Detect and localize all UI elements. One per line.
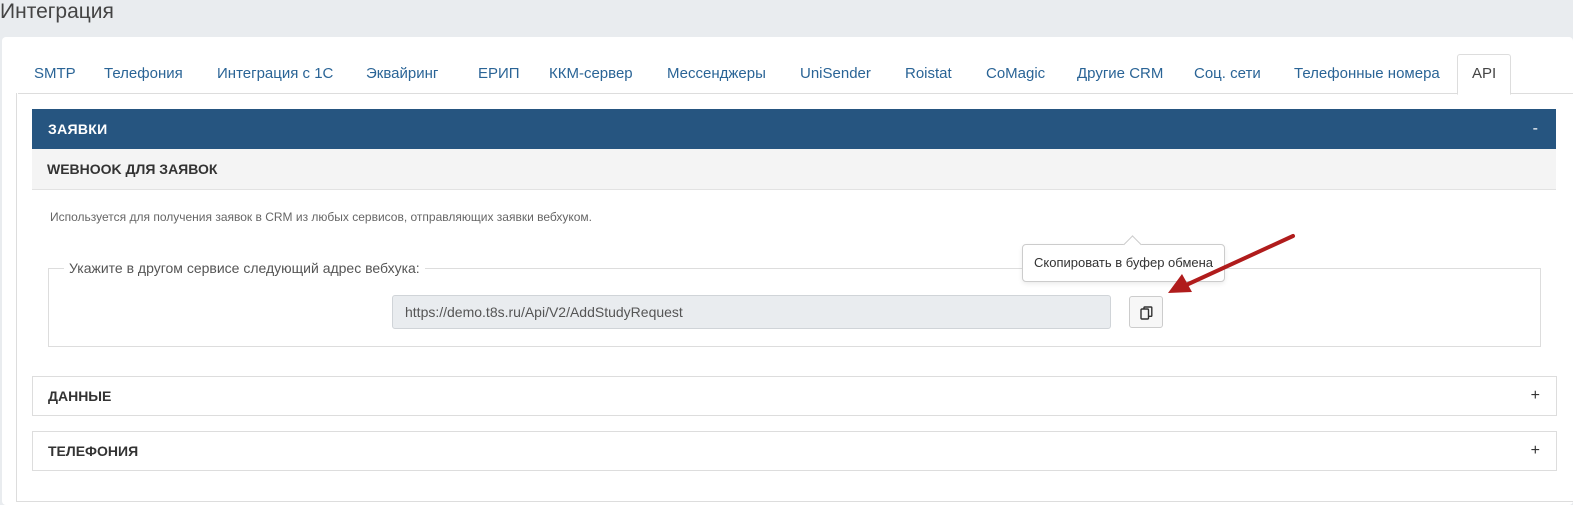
tab-acquiring[interactable]: Эквайринг (366, 55, 438, 93)
tab-api[interactable]: API (1457, 54, 1512, 95)
tab-other-crm[interactable]: Другие CRM (1077, 55, 1163, 93)
tab-comagic[interactable]: CoMagic (986, 55, 1045, 93)
copy-button[interactable] (1129, 296, 1163, 328)
tab-roistat[interactable]: Roistat (905, 55, 952, 93)
collapse-toggle[interactable]: - (1533, 109, 1538, 149)
webhook-legend: Укажите в другом сервисе следующий адрес… (64, 260, 425, 276)
expand-toggle[interactable]: + (1531, 432, 1540, 470)
tab-unisender[interactable]: UniSender (800, 55, 871, 93)
integration-card: SMTP Телефония Интеграция с 1С Эквайринг… (2, 37, 1573, 505)
webhook-section-header: WEBHOOK ДЛЯ ЗАЯВОК (32, 149, 1556, 190)
tab-content: ЗАЯВКИ - WEBHOOK ДЛЯ ЗАЯВОК Используется… (16, 93, 1573, 502)
tab-erip[interactable]: ЕРИП (478, 55, 520, 93)
webhook-section-title: WEBHOOK ДЛЯ ЗАЯВОК (47, 161, 218, 177)
tab-phone-numbers[interactable]: Телефонные номера (1294, 55, 1440, 93)
tab-telephony[interactable]: Телефония (104, 55, 183, 93)
telephony-panel-header[interactable]: ТЕЛЕФОНИЯ + (32, 431, 1557, 471)
page-title: Интеграция (0, 0, 114, 23)
requests-panel-header[interactable]: ЗАЯВКИ - (32, 109, 1556, 149)
data-panel-header[interactable]: ДАННЫЕ + (32, 376, 1557, 416)
tab-smtp[interactable]: SMTP (34, 55, 76, 93)
copy-icon (1140, 306, 1153, 320)
webhook-description: Используется для получения заявок в CRM … (50, 210, 593, 224)
tab-kkm-server[interactable]: ККМ-сервер (549, 55, 633, 93)
annotation-arrow-icon (1168, 234, 1295, 293)
integration-tabs: SMTP Телефония Интеграция с 1С Эквайринг… (18, 54, 1573, 95)
webhook-fieldset: Укажите в другом сервисе следующий адрес… (48, 260, 1541, 347)
tab-social[interactable]: Соц. сети (1194, 55, 1261, 93)
data-panel-title: ДАННЫЕ (48, 388, 112, 404)
requests-panel-title: ЗАЯВКИ (48, 121, 108, 137)
expand-toggle[interactable]: + (1531, 377, 1540, 415)
telephony-panel-title: ТЕЛЕФОНИЯ (48, 443, 139, 459)
webhook-url-field[interactable]: https://demo.t8s.ru/Api/V2/AddStudyReque… (392, 295, 1111, 329)
tab-1c-integration[interactable]: Интеграция с 1С (217, 55, 333, 93)
tab-messengers[interactable]: Мессенджеры (667, 55, 766, 93)
